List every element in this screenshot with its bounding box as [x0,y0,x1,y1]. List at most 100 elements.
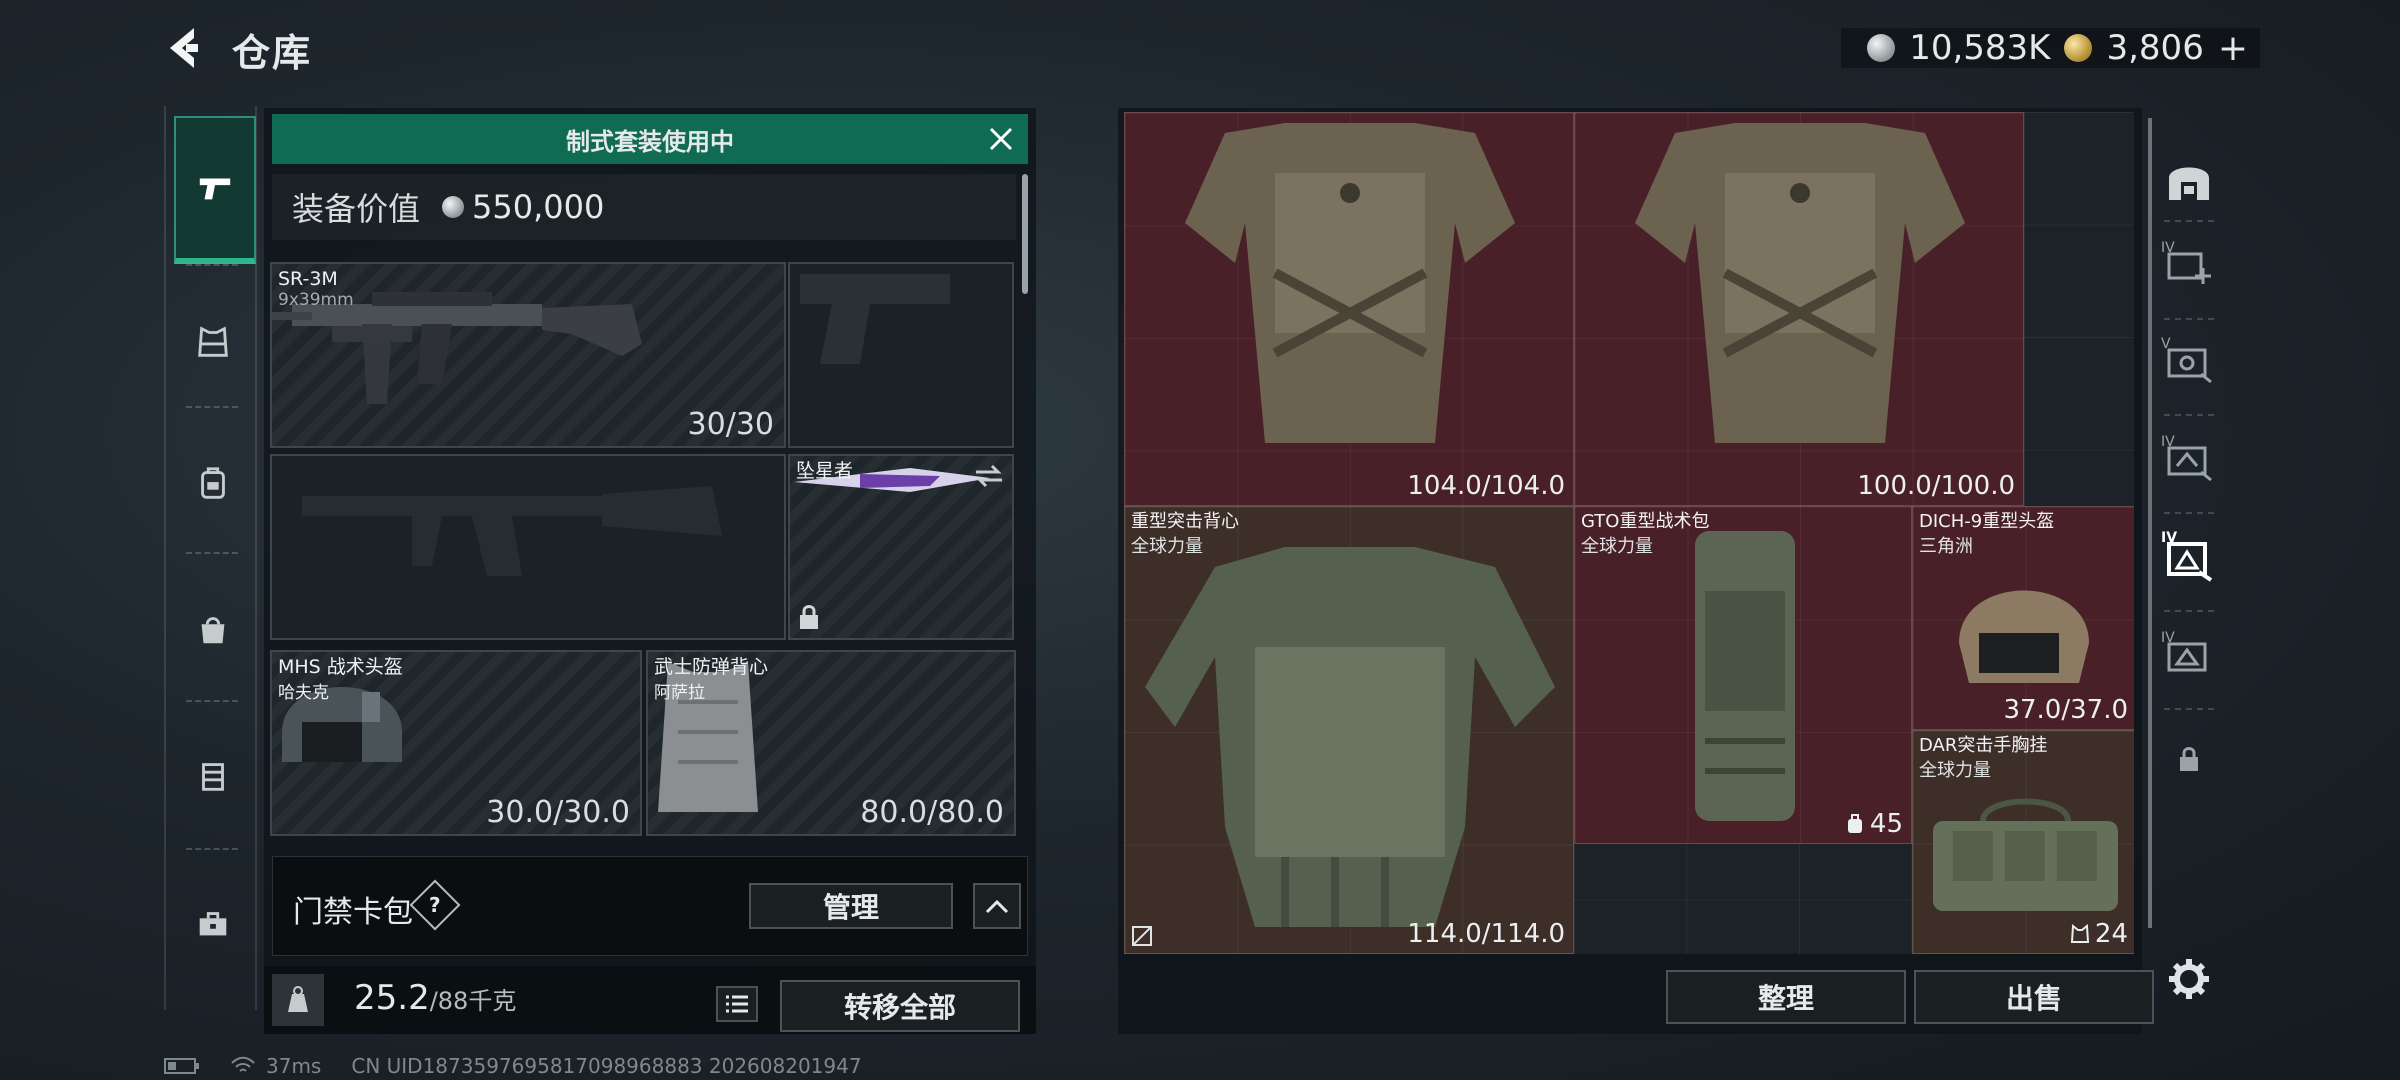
loadout-panel: 制式套装使用中 装备价值 550,000 SR-3M 9x39mm 30/30 [264,108,1036,1034]
stash-item-armor-2[interactable]: 100.0/100.0 [1574,112,2024,506]
gear-icon [2169,959,2209,999]
stash-item-armor-1[interactable]: 104.0/104.0 [1124,112,1574,506]
help-button[interactable]: ? [409,879,461,931]
backpack-icon [201,467,225,499]
tab-iv-4-icon: IV [2161,630,2207,672]
stash-grid: 104.0/104.0 100.0/100.0 重型突击背心 全球力量 114.… [1124,112,2134,954]
vest-durability: 80.0/80.0 [860,795,1004,830]
currency-bar: 10,583K 3,806 + [1841,28,2260,69]
backpack-capacity-icon [1847,814,1862,833]
secondary-weapon-slot[interactable] [270,454,786,640]
lock-icon [2180,747,2198,771]
category-toolbox-tab[interactable] [174,854,252,994]
pistol-silhouette-icon [800,274,950,364]
locked-stash-tab[interactable] [2158,728,2220,790]
stash-tab-4[interactable]: IV [2158,426,2220,488]
add-currency-button[interactable]: + [2218,28,2248,69]
stash-tab-3[interactable]: V [2158,328,2220,390]
swap-icon[interactable] [974,464,1004,488]
stash-tab-5-selected[interactable]: IV [2158,524,2220,586]
back-arrow-icon [170,28,198,68]
helmet-slot[interactable]: MHS 战术头盔 哈夫克 30.0/30.0 [270,650,642,836]
armor-1-durability: 104.0/104.0 [1407,471,1565,501]
helmet-brand: 哈夫克 [278,683,329,703]
silver-coin-icon [442,196,465,218]
heavy-vest-image [1145,547,1555,927]
category-container-tab[interactable] [174,706,252,846]
gto-backpack-brand: 全球力量 [1581,536,1653,557]
loadout-scrollbar[interactable] [1022,174,1028,294]
dar-rig-name: DAR突击手胸挂 [1919,735,2048,756]
helmet-name: MHS 战术头盔 [278,656,403,678]
category-armor-tab[interactable] [174,272,252,412]
ping-text: 37ms [266,1054,322,1078]
vest-brand: 阿萨拉 [654,683,705,703]
sell-button[interactable]: 出售 [1914,970,2154,1024]
close-icon [989,127,1013,151]
page-title: 仓库 [232,31,313,75]
primary-weapon-name: SR-3M [278,268,338,290]
melee-slot[interactable]: 坠星者 [788,454,1014,640]
dar-rig-capacity: 24 [2094,919,2128,949]
silver-amount: 10,583K [1909,28,2051,68]
melee-name: 坠星者 [796,460,854,482]
toolbox-icon [199,912,227,936]
plate-carrier-image [1185,123,1515,443]
weight-current: 25.2 [354,978,430,1018]
battery-icon [164,1058,199,1074]
weight-max: /88千克 [429,987,517,1015]
stash-item-dar-rig[interactable]: DAR突击手胸挂 全球力量 24 [1912,730,2134,954]
settings-button[interactable] [2158,948,2220,1010]
primary-weapon-caliber: 9x39mm [278,290,354,310]
tab-iv-2-icon: IV [2161,434,2212,482]
loadout-footer: 25.2/88千克 转移全部 [264,966,1036,1034]
back-button[interactable] [160,22,212,74]
keycard-pack-label: 门禁卡包 [293,895,413,930]
uid-text: CN UID1873597695817098968883 20260820194… [351,1054,862,1078]
stash-home-tab[interactable] [2158,148,2220,210]
wifi-icon [231,1056,255,1072]
bag-icon [201,617,225,644]
stash-item-gto-backpack[interactable]: GTO重型战术包 全球力量 45 [1574,506,1912,844]
stash-item-heavy-vest[interactable]: 重型突击背心 全球力量 114.0/114.0 [1124,506,1574,954]
list-icon [726,995,748,1013]
tab-iv-add-icon: IV [2161,240,2211,284]
pistol-slot[interactable] [788,262,1014,448]
manage-button[interactable]: 管理 [749,883,953,929]
stash-tab-2[interactable]: IV [2158,232,2220,294]
pistol-icon [199,178,231,200]
helmet-durability: 30.0/30.0 [486,795,630,830]
gto-backpack-capacity: 45 [1869,809,1903,839]
gold-coin-icon [2064,34,2093,62]
equip-value-label: 装备价值 [292,190,421,228]
silver-coin-icon [1867,34,1896,62]
stash-item-dich-helmet[interactable]: DICH-9重型头盔 三角洲 37.0/37.0 [1912,506,2134,730]
backpack-image [1695,531,1795,821]
category-bag-tab[interactable] [174,560,252,700]
dich-helmet-name: DICH-9重型头盔 [1919,511,2055,532]
armor-vest-icon [198,326,228,357]
stash-panel: 104.0/104.0 100.0/100.0 重型突击背心 全球力量 114.… [1118,108,2154,1034]
stash-tab-6[interactable]: IV [2158,622,2220,684]
transfer-all-button[interactable]: 转移全部 [780,980,1020,1032]
tab-iv-3-icon: IV [2161,530,2213,582]
dar-rig-brand: 全球力量 [1919,760,1991,781]
category-backpack-tab[interactable] [174,414,252,554]
primary-weapon-ammo: 30/30 [687,407,774,442]
category-weapons-tab[interactable] [174,116,256,264]
heavy-helmet-image [1959,590,2089,683]
weight-readout: 25.2/88千克 [354,978,516,1018]
keycard-pack-row: 门禁卡包 ? 管理 [272,856,1028,956]
collapse-button[interactable] [973,883,1021,929]
vest-slot[interactable]: 武士防弹背心 阿萨拉 80.0/80.0 [646,650,1016,836]
banner-close-button[interactable] [984,122,1018,156]
container-icon [202,763,224,791]
armor-2-durability: 100.0/100.0 [1857,471,2015,501]
list-view-button[interactable] [716,986,758,1022]
primary-weapon-slot[interactable]: SR-3M 9x39mm 30/30 [270,262,786,448]
stash-home-icon [2169,167,2209,200]
lock-icon [800,605,818,629]
sort-button[interactable]: 整理 [1666,970,1906,1024]
chest-rig-image [1933,798,2118,911]
stash-tab-rail: IV V IV IV IV [2150,108,2230,1028]
